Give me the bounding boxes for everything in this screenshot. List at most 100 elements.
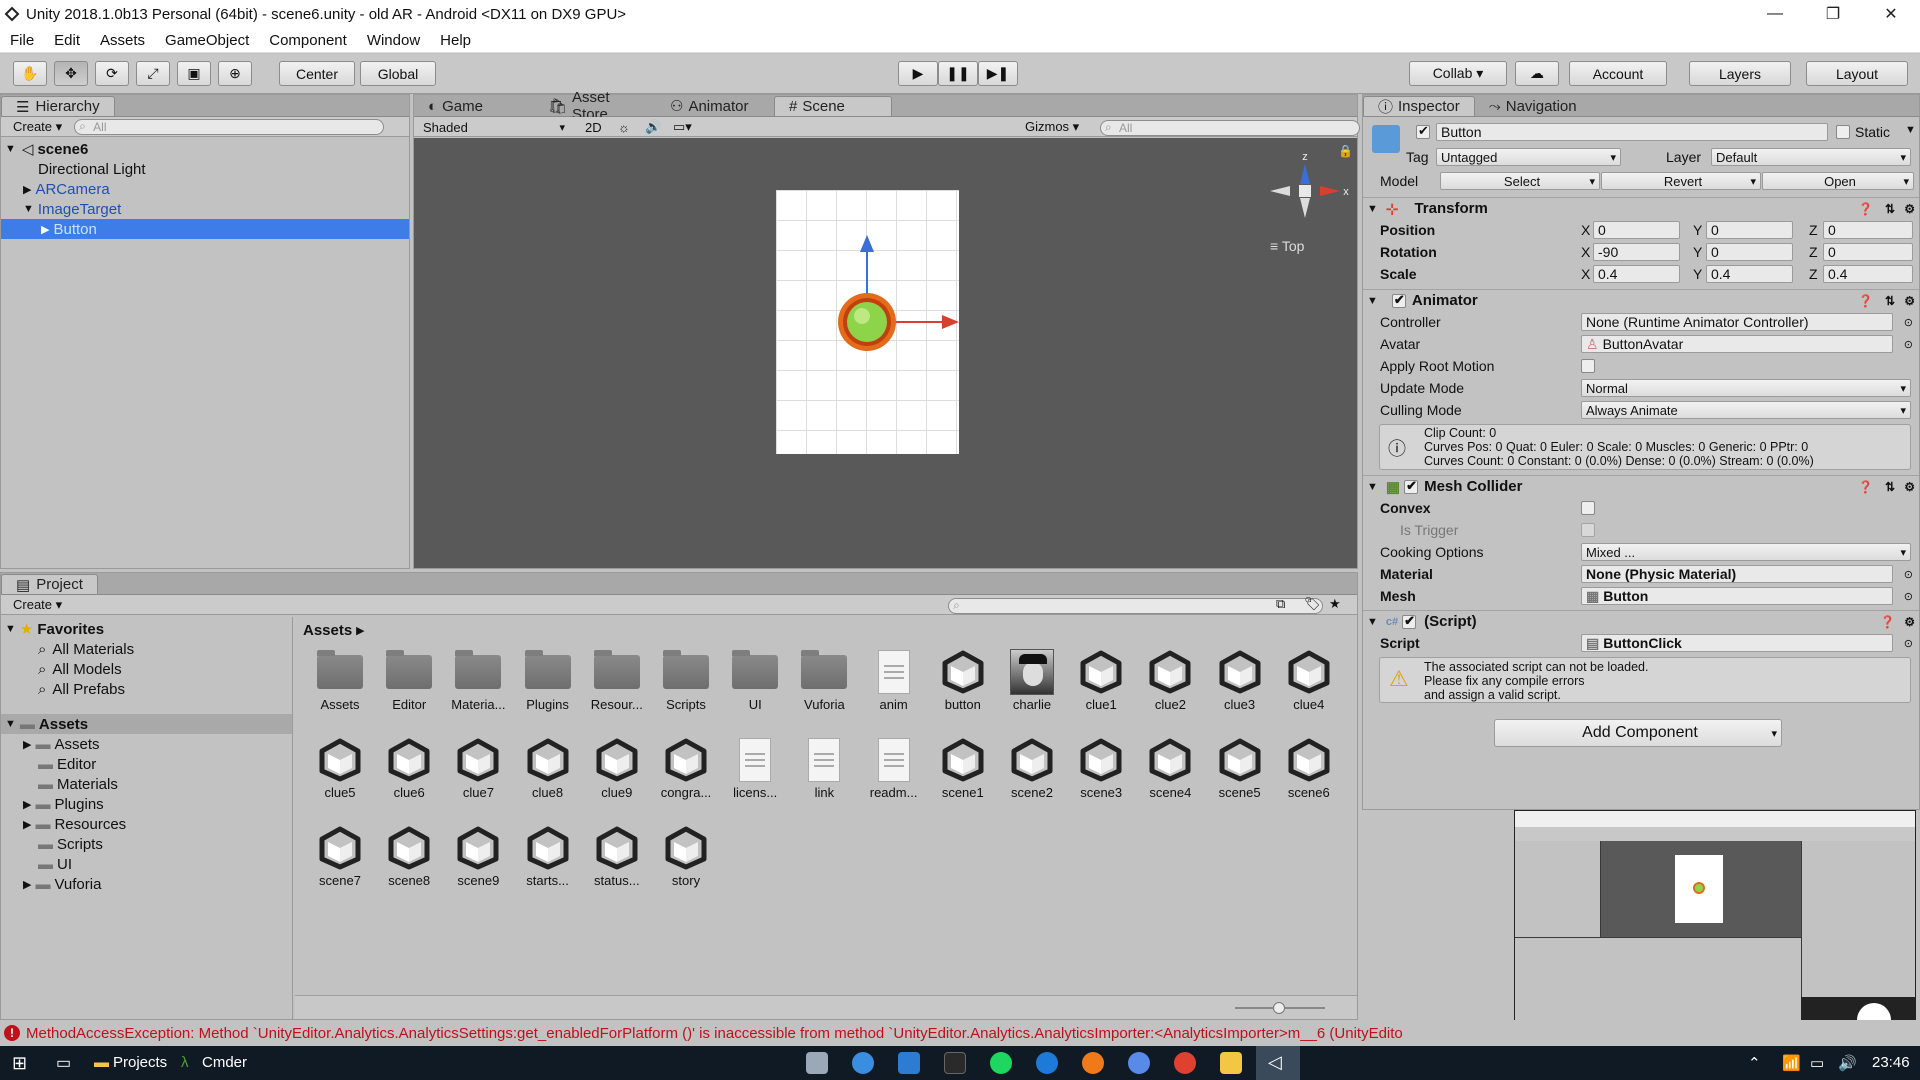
static-dropdown-icon[interactable]: ▼ xyxy=(1905,124,1916,136)
preset-icon[interactable]: ⇅ xyxy=(1885,294,1895,308)
help-icon[interactable]: ❓ xyxy=(1858,480,1873,494)
favorite-all-models[interactable]: ⌕ All Models xyxy=(1,659,292,679)
scene-viewport[interactable]: z x 🔒 ≡ Top xyxy=(414,138,1357,568)
asset-item[interactable]: clue1 xyxy=(1070,647,1132,713)
menu-gameobject[interactable]: GameObject xyxy=(155,32,259,49)
object-name-field[interactable]: Button xyxy=(1436,123,1828,141)
tab-game[interactable]: ◐ Game xyxy=(414,96,534,116)
asset-item[interactable]: status... xyxy=(586,823,648,889)
windows-start-icon[interactable]: ⊞ xyxy=(12,1053,27,1074)
hierarchy-item-arcamera[interactable]: ▶ ARCamera xyxy=(1,179,409,199)
task-view-icon[interactable]: ▭ xyxy=(56,1053,71,1073)
asset-item[interactable]: starts... xyxy=(517,823,579,889)
scale-z-field[interactable]: 0.4 xyxy=(1823,265,1913,283)
animator-header[interactable]: ▼ Animator ❓ ⇅ ⚙ xyxy=(1363,289,1919,311)
menu-file[interactable]: File xyxy=(0,32,44,49)
rotation-x-field[interactable]: -90 xyxy=(1593,243,1680,261)
gear-icon[interactable]: ⚙ xyxy=(1904,480,1915,494)
asset-item[interactable]: congra... xyxy=(655,735,717,801)
assets-root-row[interactable]: ▼ ▬ Assets xyxy=(1,714,292,734)
favorites-row[interactable]: ▼ ★ Favorites xyxy=(1,619,292,639)
step-button[interactable]: ▶❚ xyxy=(978,61,1018,86)
asset-item[interactable]: scene3 xyxy=(1070,735,1132,801)
tab-asset-store[interactable]: 🛍 Asset Store xyxy=(534,89,656,123)
script-header[interactable]: ▼ c# (Script) ❓ ⚙ xyxy=(1363,610,1919,632)
rect-tool-button[interactable]: ▣ xyxy=(177,61,211,86)
transform-header[interactable]: ▼ ⊹ Transform ❓ ⇅ ⚙ xyxy=(1363,197,1919,219)
tab-animator[interactable]: ⚇ Animator xyxy=(656,96,774,116)
asset-item[interactable]: clue6 xyxy=(378,735,440,801)
convex-checkbox[interactable] xyxy=(1581,501,1595,515)
asset-item[interactable]: link xyxy=(793,735,855,801)
account-button[interactable]: Account xyxy=(1569,61,1667,86)
asset-item[interactable]: scene8 xyxy=(378,823,440,889)
firefox-icon[interactable] xyxy=(1082,1052,1104,1074)
shading-dropdown[interactable]: Shaded xyxy=(419,118,569,136)
edge-icon[interactable] xyxy=(1036,1052,1058,1074)
asset-item[interactable]: Assets xyxy=(309,647,371,713)
pivot-global-toggle[interactable]: Global xyxy=(360,61,436,86)
gear-icon[interactable]: ⚙ xyxy=(1904,202,1915,216)
gear-icon[interactable]: ⚙ xyxy=(1904,615,1915,629)
asset-item[interactable]: clue8 xyxy=(517,735,579,801)
animator-enabled-checkbox[interactable] xyxy=(1391,292,1406,308)
rotate-tool-button[interactable]: ⟳ xyxy=(95,61,129,86)
asset-item[interactable]: UI xyxy=(724,647,786,713)
scale-x-field[interactable]: 0.4 xyxy=(1593,265,1680,283)
scale-tool-button[interactable]: ⤢ xyxy=(136,61,170,86)
asset-item[interactable]: scene4 xyxy=(1139,735,1201,801)
photos-icon[interactable] xyxy=(806,1052,828,1074)
asset-item[interactable]: clue5 xyxy=(309,735,371,801)
asset-item[interactable]: scene6 xyxy=(1278,735,1340,801)
breadcrumb[interactable]: Assets ▸ xyxy=(303,621,364,639)
rotation-y-field[interactable]: 0 xyxy=(1706,243,1793,261)
favorite-all-prefabs[interactable]: ⌕ All Prefabs xyxy=(1,679,292,699)
asset-item[interactable]: Plugins xyxy=(517,647,579,713)
spotify-icon[interactable] xyxy=(990,1052,1012,1074)
hierarchy-item-directional-light[interactable]: Directional Light xyxy=(1,159,409,179)
culling-mode-dropdown[interactable]: Always Animate xyxy=(1581,401,1911,419)
asset-item[interactable]: licens... xyxy=(724,735,786,801)
menu-edit[interactable]: Edit xyxy=(44,32,90,49)
menu-component[interactable]: Component xyxy=(259,32,357,49)
asset-item[interactable]: button xyxy=(932,647,994,713)
asset-item[interactable]: clue7 xyxy=(447,735,509,801)
position-y-field[interactable]: 0 xyxy=(1706,221,1793,239)
asset-item[interactable]: clue3 xyxy=(1209,647,1271,713)
tree-folder-scripts[interactable]: ▬ Scripts xyxy=(1,834,292,854)
asset-item[interactable]: scene2 xyxy=(1001,735,1063,801)
pause-button[interactable]: ❚❚ xyxy=(938,61,978,86)
orientation-gizmo[interactable]: z x xyxy=(1260,146,1350,236)
script-field[interactable]: ▤ ButtonClick xyxy=(1581,634,1893,652)
help-icon[interactable]: ❓ xyxy=(1858,294,1873,308)
rotation-z-field[interactable]: 0 xyxy=(1823,243,1913,261)
object-picker-icon[interactable]: ⊙ xyxy=(1904,637,1913,650)
layout-button[interactable]: Layout xyxy=(1806,61,1908,86)
asset-item[interactable]: scene1 xyxy=(932,735,994,801)
help-icon[interactable]: ❓ xyxy=(1880,615,1895,629)
scene-row[interactable]: ▼ ◁ scene6 xyxy=(1,139,409,159)
tab-navigation[interactable]: ⤳ Navigation xyxy=(1475,96,1591,116)
play-button[interactable]: ▶ xyxy=(898,61,938,86)
chrome-canary-icon[interactable] xyxy=(1128,1052,1150,1074)
asset-item[interactable]: clue4 xyxy=(1278,647,1340,713)
tree-folder-editor[interactable]: ▬ Editor xyxy=(1,754,292,774)
terminal-icon[interactable] xyxy=(944,1052,966,1074)
object-picker-icon[interactable]: ⊙ xyxy=(1904,316,1913,329)
transform-tool-button[interactable]: ⊕ xyxy=(218,61,252,86)
move-tool-button[interactable]: ✥ xyxy=(54,61,88,86)
asset-item[interactable]: scene5 xyxy=(1209,735,1271,801)
tab-project[interactable]: ▤ Project xyxy=(1,574,98,594)
scale-y-field[interactable]: 0.4 xyxy=(1706,265,1793,283)
asset-item[interactable]: readm... xyxy=(863,735,925,801)
asset-item[interactable]: clue2 xyxy=(1139,647,1201,713)
asset-item[interactable]: clue9 xyxy=(586,735,648,801)
2d-toggle[interactable]: 2D xyxy=(579,119,608,135)
tree-folder-materials[interactable]: ▬ Materials xyxy=(1,774,292,794)
scene-search-input[interactable]: ⌕ All xyxy=(1100,119,1360,136)
audio-toggle[interactable]: 🔊 xyxy=(639,119,667,135)
layer-dropdown[interactable]: Default xyxy=(1711,148,1911,166)
preset-icon[interactable]: ⇅ xyxy=(1885,480,1895,494)
physic-material-field[interactable]: None (Physic Material) xyxy=(1581,565,1893,583)
volume-icon[interactable]: 🔊 xyxy=(1838,1054,1857,1072)
